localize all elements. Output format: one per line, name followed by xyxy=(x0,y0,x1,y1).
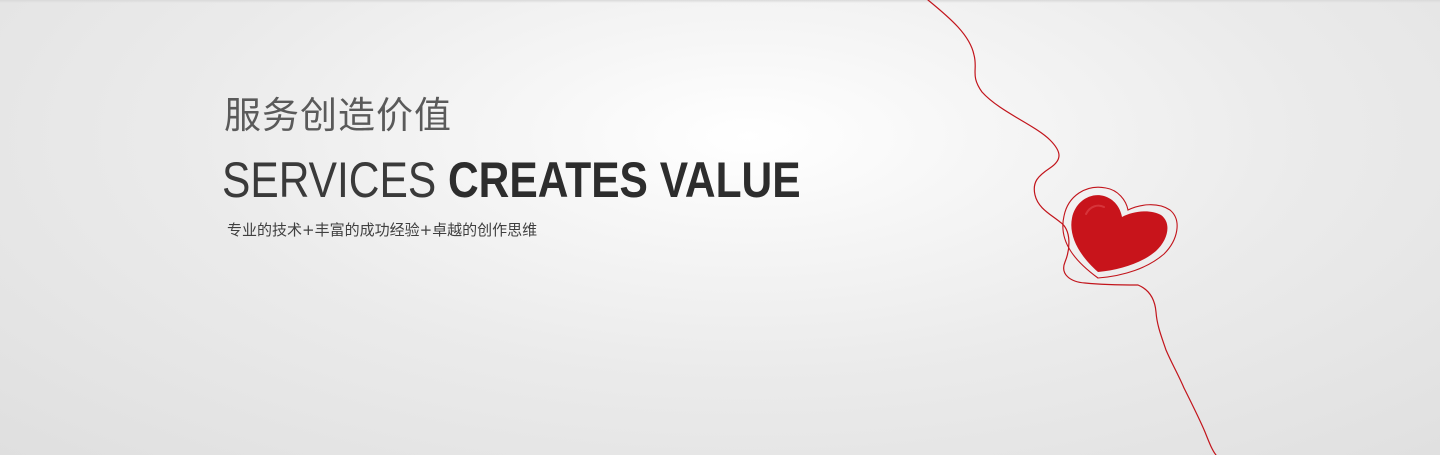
banner-title-english: SERVICES CREATES VALUE xyxy=(222,148,801,212)
banner-title-english-bold: CREATES VALUE xyxy=(447,152,801,208)
banner-tagline: 专业的技术+丰富的成功经验+卓越的创作思维 xyxy=(227,221,538,239)
hero-banner: 服务创造价值 SERVICES CREATES VALUE 专业的技术+丰富的成… xyxy=(0,0,1440,455)
heart-fill xyxy=(1071,195,1168,272)
banner-title-chinese: 服务创造价值 xyxy=(224,94,452,137)
heart-on-string-icon xyxy=(927,0,1217,455)
banner-title-english-light: SERVICES xyxy=(222,152,437,208)
